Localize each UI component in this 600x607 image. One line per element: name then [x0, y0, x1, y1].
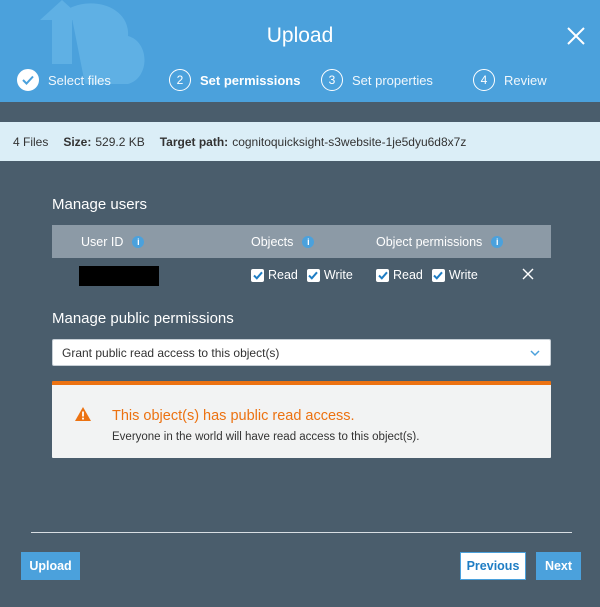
info-icon[interactable]: i: [132, 235, 145, 248]
dialog-header: Upload Select files 2 Set permissions 3 …: [0, 0, 600, 102]
manage-users-heading: Manage users: [52, 196, 148, 213]
upload-button[interactable]: Upload: [21, 552, 80, 580]
permissions-write-checkbox[interactable]: [431, 268, 445, 282]
size-value: 529.2 KB: [95, 134, 145, 149]
step-label: Select files: [48, 72, 111, 88]
info-icon[interactable]: i: [302, 235, 315, 248]
step-number: 3: [321, 69, 343, 91]
users-table: User ID i Objects i Object permissions i…: [52, 225, 551, 296]
objects-write-checkbox[interactable]: [306, 268, 320, 282]
column-label: Object permissions: [376, 234, 483, 249]
step-number: 2: [169, 69, 191, 91]
column-label: User ID: [81, 234, 124, 249]
step-set-permissions[interactable]: 2 Set permissions: [169, 68, 300, 92]
footer-divider: [31, 532, 572, 533]
object-permissions-permissions: Read Write: [376, 268, 487, 282]
step-label: Set properties: [352, 72, 433, 88]
next-button[interactable]: Next: [536, 552, 581, 580]
public-permissions-heading: Manage public permissions: [52, 310, 234, 327]
column-user-id: User ID i: [81, 225, 145, 258]
permissions-read-checkbox[interactable]: [376, 268, 389, 282]
check-icon: [17, 69, 39, 91]
close-icon[interactable]: [563, 23, 589, 49]
step-label: Set permissions: [200, 72, 301, 88]
checkbox-label: Read: [393, 268, 423, 282]
step-label: Review: [504, 72, 547, 88]
column-label: Objects: [251, 234, 294, 249]
public-access-warning: This object(s) has public read access. E…: [52, 381, 551, 458]
redacted-user-id: [79, 266, 159, 286]
target-path-label: Target path:: [159, 134, 229, 149]
column-object-permissions: Object permissions i: [376, 225, 504, 258]
step-select-files[interactable]: Select files: [17, 68, 111, 92]
objects-permissions: Read Write: [251, 268, 362, 282]
step-review[interactable]: 4 Review: [473, 68, 547, 92]
step-set-properties[interactable]: 3 Set properties: [321, 68, 433, 92]
column-objects: Objects i: [251, 225, 315, 258]
public-permissions-select[interactable]: Grant public read access to this object(…: [52, 339, 551, 366]
step-number: 4: [473, 69, 495, 91]
users-table-header: User ID i Objects i Object permissions i: [52, 225, 551, 258]
select-value: Grant public read access to this object(…: [62, 345, 280, 360]
target-path-value: cognitoquicksight-s3website-1je5dyu6d8x7…: [232, 134, 467, 149]
dialog-title: Upload: [266, 24, 334, 47]
chevron-down-icon: [530, 350, 540, 357]
objects-read-checkbox[interactable]: [251, 268, 264, 282]
previous-button[interactable]: Previous: [460, 552, 526, 580]
warning-title: This object(s) has public read access.: [112, 408, 355, 424]
warning-icon: [75, 407, 91, 421]
size-label: Size:: [63, 134, 92, 149]
table-row: Read Write Read Write: [52, 258, 551, 296]
checkbox-label: Read: [268, 268, 298, 282]
remove-user-icon[interactable]: [520, 266, 536, 282]
warning-text: Everyone in the world will have read acc…: [112, 431, 420, 443]
file-count: 4 Files: [13, 134, 49, 149]
checkbox-label: Write: [323, 268, 353, 282]
checkbox-label: Write: [448, 268, 478, 282]
upload-summary-bar: 4 Files Size: 529.2 KB Target path: cogn…: [0, 122, 600, 161]
info-icon[interactable]: i: [491, 235, 504, 248]
